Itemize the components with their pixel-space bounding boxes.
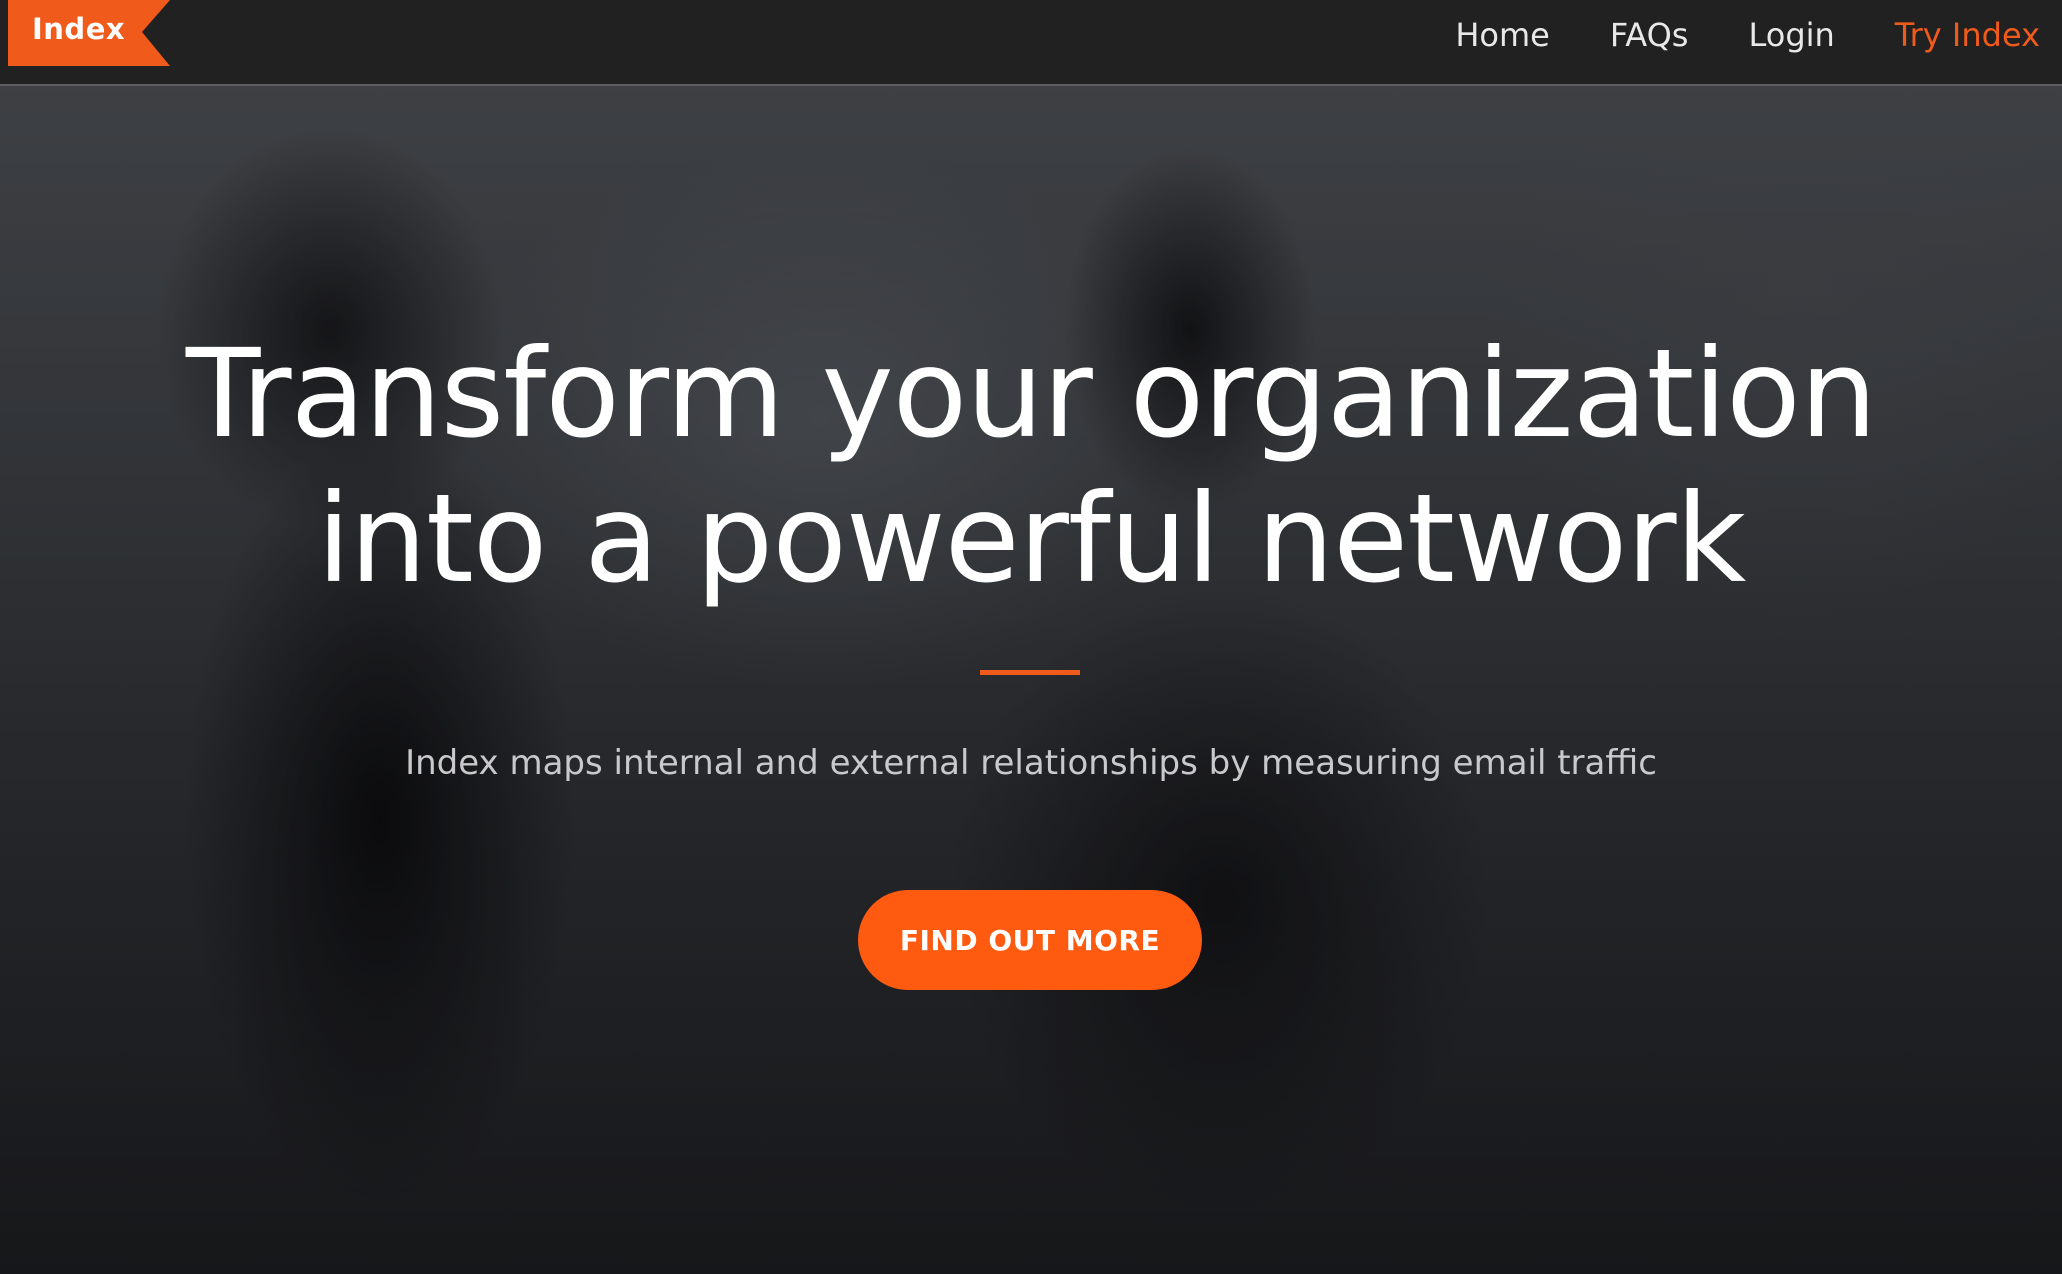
nav-link-faqs[interactable]: FAQs — [1610, 16, 1689, 54]
hero-subtitle: Index maps internal and external relatio… — [405, 743, 1657, 783]
hero-divider — [980, 670, 1080, 675]
brand-label: Index — [32, 12, 126, 46]
nav-links: Home FAQs Login Try Index — [1455, 12, 2040, 58]
hero-title: Transform your organization into a power… — [0, 322, 2062, 612]
find-out-more-button[interactable]: FIND OUT MORE — [858, 890, 1202, 990]
hero-title-line-1: Transform your organization — [185, 323, 1877, 465]
hero-overlay — [0, 0, 2062, 1274]
navbar: Index Home FAQs Login Try Index — [0, 0, 2062, 86]
hero-title-line-2: into a powerful network — [316, 468, 1746, 610]
nav-link-try-index[interactable]: Try Index — [1895, 16, 2040, 54]
nav-link-login[interactable]: Login — [1748, 16, 1834, 54]
nav-link-home[interactable]: Home — [1455, 16, 1550, 54]
brand-logo[interactable]: Index — [8, 0, 170, 66]
